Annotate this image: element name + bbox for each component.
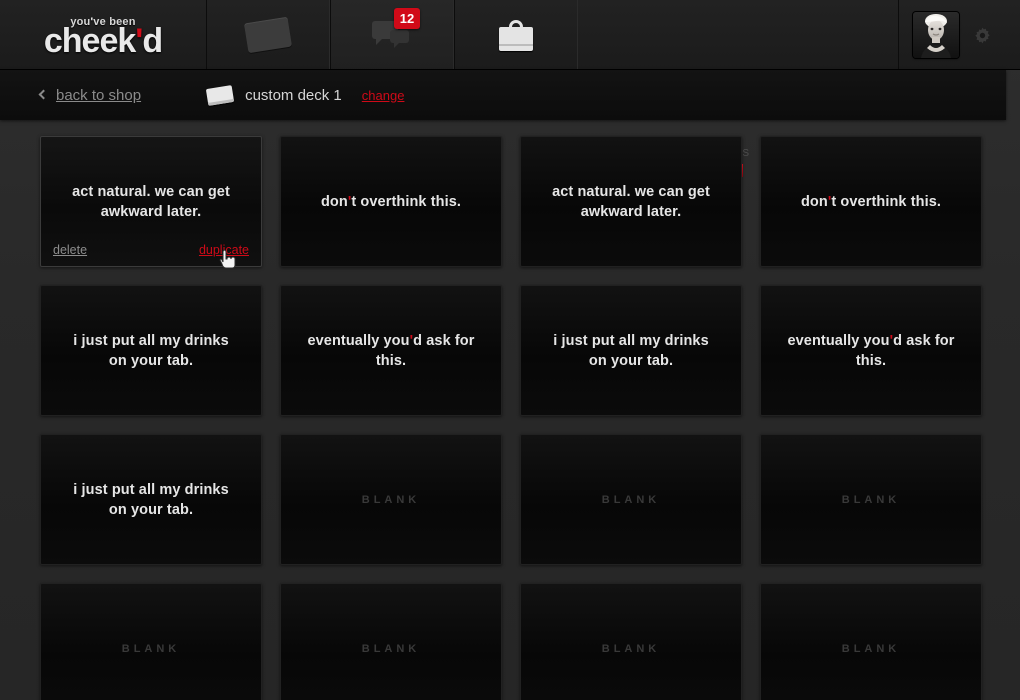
card-icon bbox=[205, 84, 235, 106]
deck-card-text: act natural. we can get awkward later. bbox=[543, 182, 719, 222]
back-to-shop-link[interactable]: back to shop bbox=[38, 86, 142, 104]
deck-card-text: eventually you'd ask for this. bbox=[783, 331, 959, 371]
card-text-part: BLANK bbox=[361, 493, 421, 506]
deck-card-text: eventually you'd ask for this. bbox=[303, 331, 479, 371]
card-text-part: eventually you bbox=[307, 332, 410, 349]
deck-card-blank[interactable]: BLANK bbox=[760, 583, 982, 700]
deck-title-group: custom deck 1 change bbox=[205, 84, 405, 106]
deck-card[interactable]: don't overthink this. bbox=[760, 136, 982, 267]
card-text-part: t overthink this. bbox=[831, 193, 942, 210]
deck-card-blank[interactable]: BLANK bbox=[280, 434, 502, 565]
deck-card[interactable]: eventually you'd ask for this. bbox=[760, 285, 982, 416]
deck-card-text: BLANK bbox=[602, 490, 661, 510]
deck-card-text: BLANK bbox=[602, 639, 661, 659]
deck-name: custom deck 1 bbox=[245, 86, 342, 104]
duplicate-card-link[interactable]: duplicate bbox=[199, 243, 249, 257]
chevron-left-icon bbox=[38, 89, 49, 100]
gear-icon[interactable] bbox=[973, 26, 992, 45]
deck-subheader: back to shop custom deck 1 change PROGRE… bbox=[0, 70, 1006, 181]
card-text-part: don bbox=[800, 193, 828, 210]
deck-card-text: i just put all my drinks on your tab. bbox=[63, 480, 239, 520]
avatar[interactable] bbox=[913, 12, 959, 58]
deck-card[interactable]: don't overthink this. bbox=[280, 136, 502, 267]
deck-card[interactable]: i just put all my drinks on your tab. bbox=[40, 285, 262, 416]
card-text-part: don bbox=[320, 193, 348, 210]
deck-card-blank[interactable]: BLANK bbox=[520, 583, 742, 700]
card-text-part: i just put all my drinks on your tab. bbox=[553, 332, 709, 369]
shopping-bag-icon bbox=[499, 19, 533, 51]
back-to-shop-label: back to shop bbox=[56, 86, 142, 104]
deck-card-grid: act natural. we can get awkward later. de… bbox=[0, 120, 1020, 700]
deck-card-blank[interactable]: BLANK bbox=[520, 434, 742, 565]
card-text-part: BLANK bbox=[841, 642, 901, 655]
card-text-part: BLANK bbox=[601, 493, 661, 506]
nav-item-decks[interactable] bbox=[206, 0, 330, 70]
card-text-part: BLANK bbox=[361, 642, 421, 655]
deck-card-text: BLANK bbox=[362, 639, 421, 659]
message-count-badge: 12 bbox=[394, 8, 420, 29]
nav-item-messages[interactable]: 12 bbox=[330, 0, 454, 70]
card-text-part: i just put all my drinks on your tab. bbox=[73, 332, 229, 369]
deck-card[interactable]: act natural. we can get awkward later. bbox=[520, 136, 742, 267]
deck-card[interactable]: act natural. we can get awkward later. de… bbox=[40, 136, 262, 267]
deck-card-blank[interactable]: BLANK bbox=[280, 583, 502, 700]
card-text-part: BLANK bbox=[841, 493, 901, 506]
card-text-part: act natural. we can get awkward later. bbox=[72, 183, 230, 220]
deck-card-text: BLANK bbox=[362, 490, 421, 510]
card-text-part: act natural. we can get awkward later. bbox=[552, 183, 710, 220]
deck-card-actions: delete duplicate bbox=[41, 243, 261, 257]
deck-card[interactable]: i just put all my drinks on your tab. bbox=[40, 434, 262, 565]
deck-card-text: act natural. we can get awkward later. bbox=[63, 182, 239, 222]
top-header: you've been cheek'd 12 bbox=[0, 0, 1020, 70]
brand-logo[interactable]: you've been cheek'd bbox=[0, 0, 206, 70]
deck-card-text: BLANK bbox=[842, 639, 901, 659]
deck-card-text: i just put all my drinks on your tab. bbox=[63, 331, 239, 371]
header-spacer bbox=[578, 0, 898, 70]
deck-card[interactable]: i just put all my drinks on your tab. bbox=[520, 285, 742, 416]
change-deck-link[interactable]: change bbox=[362, 88, 405, 103]
deck-icon bbox=[243, 16, 293, 54]
header-account-area bbox=[898, 0, 1020, 70]
brand-wordmark: cheek'd bbox=[43, 22, 163, 60]
deck-card[interactable]: eventually you'd ask for this. bbox=[280, 285, 502, 416]
card-text-part: eventually you bbox=[787, 332, 890, 349]
card-text-part: i just put all my drinks on your tab. bbox=[73, 481, 229, 518]
card-text-part: t overthink this. bbox=[351, 193, 462, 210]
delete-card-link[interactable]: delete bbox=[53, 243, 87, 257]
deck-card-text: i just put all my drinks on your tab. bbox=[543, 331, 719, 371]
deck-card-blank[interactable]: BLANK bbox=[760, 434, 982, 565]
card-text-part: BLANK bbox=[601, 642, 661, 655]
deck-card-text: don't overthink this. bbox=[321, 192, 461, 212]
deck-card-text: BLANK bbox=[122, 639, 181, 659]
deck-card-text: don't overthink this. bbox=[801, 192, 941, 212]
deck-card-blank[interactable]: BLANK bbox=[40, 583, 262, 700]
card-text-part: BLANK bbox=[121, 642, 181, 655]
deck-card-text: BLANK bbox=[842, 490, 901, 510]
nav-item-shop[interactable] bbox=[454, 0, 578, 70]
message-bubbles-icon: 12 bbox=[372, 8, 420, 51]
